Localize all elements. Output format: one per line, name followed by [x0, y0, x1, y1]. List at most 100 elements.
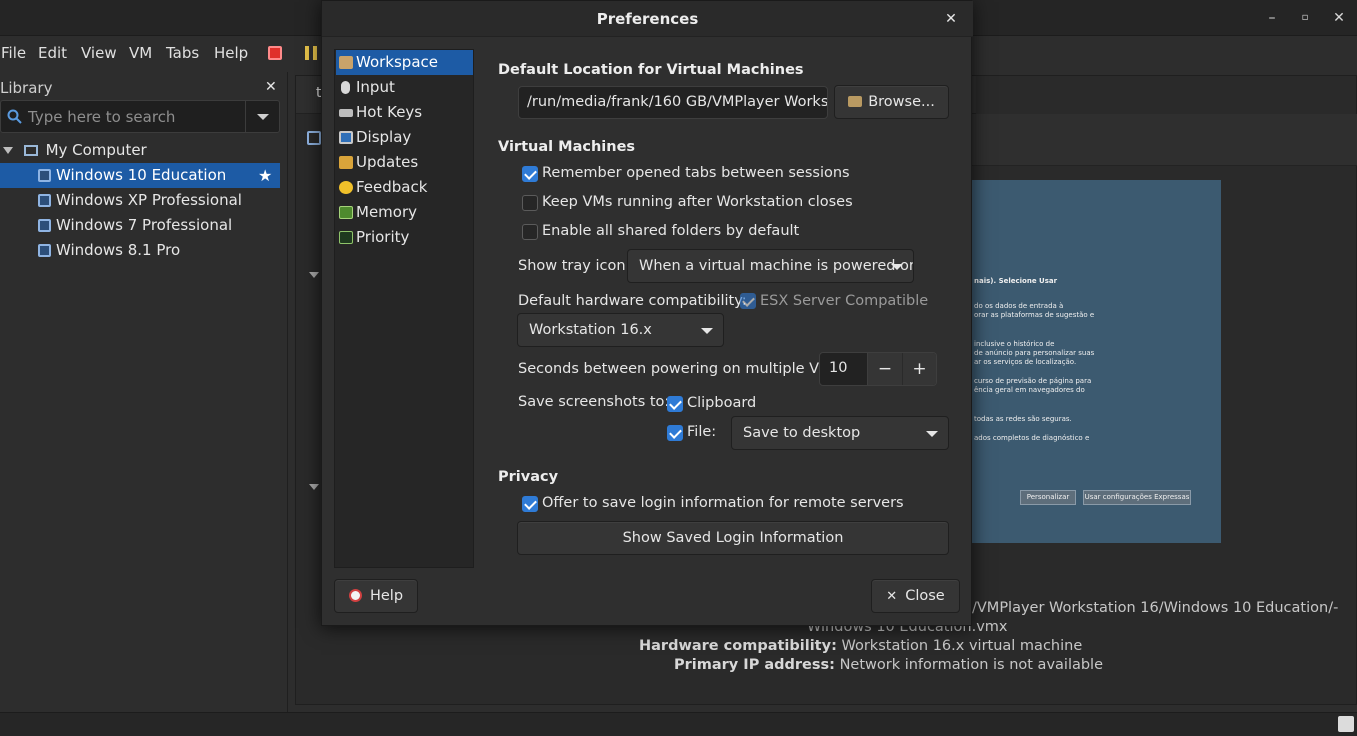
- mouse-icon: [341, 81, 350, 94]
- menu-view[interactable]: View: [81, 44, 117, 62]
- tree-item-windows-8-1-pro[interactable]: Windows 8.1 Pro: [0, 238, 280, 263]
- message-log-icon[interactable]: [1338, 716, 1354, 732]
- preview-text: inclusive o histórico de: [974, 340, 1055, 348]
- default-location-field[interactable]: /run/media/frank/160 GB/VMPlayer Worksta…: [518, 86, 828, 119]
- minimize-button[interactable]: –: [1262, 8, 1282, 28]
- category-feedback[interactable]: Feedback: [336, 175, 473, 200]
- tree-item-label: Windows XP Professional: [56, 191, 242, 209]
- tree-root-my-computer[interactable]: My Computer: [0, 138, 280, 163]
- shared-folders-checkbox[interactable]: [522, 224, 538, 240]
- preview-text: curso de previsão de página para: [974, 377, 1092, 385]
- menu-help[interactable]: Help: [214, 44, 248, 62]
- screenshot-file-dropdown[interactable]: Save to desktop: [731, 416, 949, 450]
- tray-icon-dropdown[interactable]: When a virtual machine is powered on: [627, 249, 914, 283]
- esx-compatible-label[interactable]: ESX Server Compatible: [760, 293, 928, 309]
- preview-text: do os dados de entrada à: [974, 302, 1064, 310]
- increment-button[interactable]: +: [902, 353, 936, 385]
- category-label: Updates: [356, 153, 419, 171]
- category-list: Workspace Input Hot Keys Display Updates…: [334, 49, 474, 568]
- menu-edit[interactable]: Edit: [38, 44, 67, 62]
- library-header: Library ✕: [0, 77, 287, 99]
- chevron-down-icon: [891, 264, 903, 270]
- vm-header-strip: [972, 114, 1357, 166]
- menu-tabs[interactable]: Tabs: [166, 44, 199, 62]
- close-button[interactable]: ✕ Close: [871, 579, 960, 613]
- remember-tabs-label[interactable]: Remember opened tabs between sessions: [542, 165, 850, 181]
- clipboard-label[interactable]: Clipboard: [687, 395, 756, 411]
- help-button[interactable]: Help: [334, 579, 418, 613]
- category-priority[interactable]: Priority: [336, 225, 473, 250]
- library-search[interactable]: Type here to search: [0, 100, 280, 133]
- keep-running-checkbox[interactable]: [522, 195, 538, 211]
- preview-text: de anúncio para personalizar suas: [974, 349, 1095, 357]
- category-updates[interactable]: Updates: [336, 150, 473, 175]
- tree-root-label: My Computer: [45, 141, 147, 159]
- vm-icon: [38, 169, 51, 182]
- status-bar: [0, 712, 1357, 736]
- category-label: Feedback: [356, 178, 428, 196]
- suspend-icon[interactable]: [305, 46, 319, 60]
- decrement-button[interactable]: −: [867, 353, 902, 385]
- maximize-button[interactable]: ▫: [1295, 8, 1315, 28]
- tree-item-windows-xp-professional[interactable]: Windows XP Professional: [0, 188, 280, 213]
- dialog-close-icon[interactable]: ✕: [941, 9, 961, 29]
- devices-expander-icon[interactable]: [309, 272, 319, 278]
- preview-customize-button: Personalizar: [1020, 490, 1076, 505]
- expander-icon[interactable]: [3, 147, 13, 154]
- power-off-icon[interactable]: [268, 46, 282, 60]
- remember-tabs-checkbox[interactable]: [522, 166, 538, 182]
- shared-folders-label[interactable]: Enable all shared folders by default: [542, 223, 799, 239]
- tree-item-label: Windows 10 Education: [56, 166, 227, 184]
- show-saved-login-button[interactable]: Show Saved Login Information: [517, 521, 949, 555]
- category-workspace[interactable]: Workspace: [336, 50, 473, 75]
- help-label: Help: [369, 588, 404, 604]
- keep-running-label[interactable]: Keep VMs running after Workstation close…: [542, 194, 853, 210]
- category-hot-keys[interactable]: Hot Keys: [336, 100, 473, 125]
- offer-save-login-checkbox[interactable]: [522, 496, 538, 512]
- library-title: Library: [0, 79, 53, 97]
- close-window-button[interactable]: ✕: [1329, 8, 1349, 28]
- tree-item-label: Windows 7 Professional: [56, 216, 233, 234]
- category-memory[interactable]: Memory: [336, 200, 473, 225]
- tree-item-windows-10-education[interactable]: Windows 10 Education ★: [0, 163, 280, 188]
- seconds-value[interactable]: 10: [829, 360, 847, 376]
- ip-label: Primary IP address:: [674, 657, 835, 673]
- browse-button[interactable]: Browse...: [834, 85, 949, 119]
- vm-screen-preview[interactable]: nais). Selecione Usar do os dados de ent…: [972, 180, 1221, 543]
- seconds-spinner[interactable]: 10 − +: [819, 352, 937, 386]
- preview-text: ados completos de diagnóstico e: [974, 434, 1090, 442]
- favorite-star-icon[interactable]: ★: [258, 163, 272, 188]
- pane-divider[interactable]: [287, 72, 288, 712]
- description-expander-icon[interactable]: [309, 484, 319, 490]
- hw-compat-dropdown[interactable]: Workstation 16.x: [517, 313, 724, 347]
- offer-save-login-label[interactable]: Offer to save login information for remo…: [542, 495, 904, 511]
- preview-text: ar os serviços de localização.: [974, 358, 1077, 366]
- file-label[interactable]: File:: [687, 424, 716, 440]
- search-dropdown-icon[interactable]: [257, 114, 269, 120]
- vm-icon: [38, 219, 51, 232]
- clipboard-checkbox[interactable]: [667, 396, 683, 412]
- tray-icon-value: When a virtual machine is powered on: [639, 258, 914, 274]
- browse-label: Browse...: [868, 94, 935, 110]
- menu-vm[interactable]: VM: [129, 44, 152, 62]
- preview-text: orar as plataformas de sugestão e: [974, 311, 1095, 319]
- tree-item-label: Windows 8.1 Pro: [56, 241, 181, 259]
- help-icon: [348, 589, 362, 602]
- category-input[interactable]: Input: [336, 75, 473, 100]
- category-label: Hot Keys: [356, 103, 423, 121]
- file-checkbox[interactable]: [667, 425, 683, 441]
- search-input[interactable]: Type here to search: [28, 108, 175, 126]
- library-close-icon[interactable]: ✕: [265, 79, 277, 95]
- search-icon: [7, 109, 22, 124]
- esx-compatible-checkbox[interactable]: [740, 293, 756, 309]
- preview-text: nais). Selecione Usar: [974, 277, 1058, 285]
- category-label: Memory: [356, 203, 418, 221]
- category-display[interactable]: Display: [336, 125, 473, 150]
- preferences-dialog: Preferences ✕ Workspace Input Hot Keys D…: [321, 0, 973, 626]
- chevron-down-icon: [701, 328, 713, 334]
- tray-icon-label: Show tray icon:: [518, 258, 631, 274]
- menu-file[interactable]: File: [1, 44, 26, 62]
- screenshots-label: Save screenshots to:: [518, 394, 670, 410]
- vm-action-icon[interactable]: [307, 131, 321, 145]
- tree-item-windows-7-professional[interactable]: Windows 7 Professional: [0, 213, 280, 238]
